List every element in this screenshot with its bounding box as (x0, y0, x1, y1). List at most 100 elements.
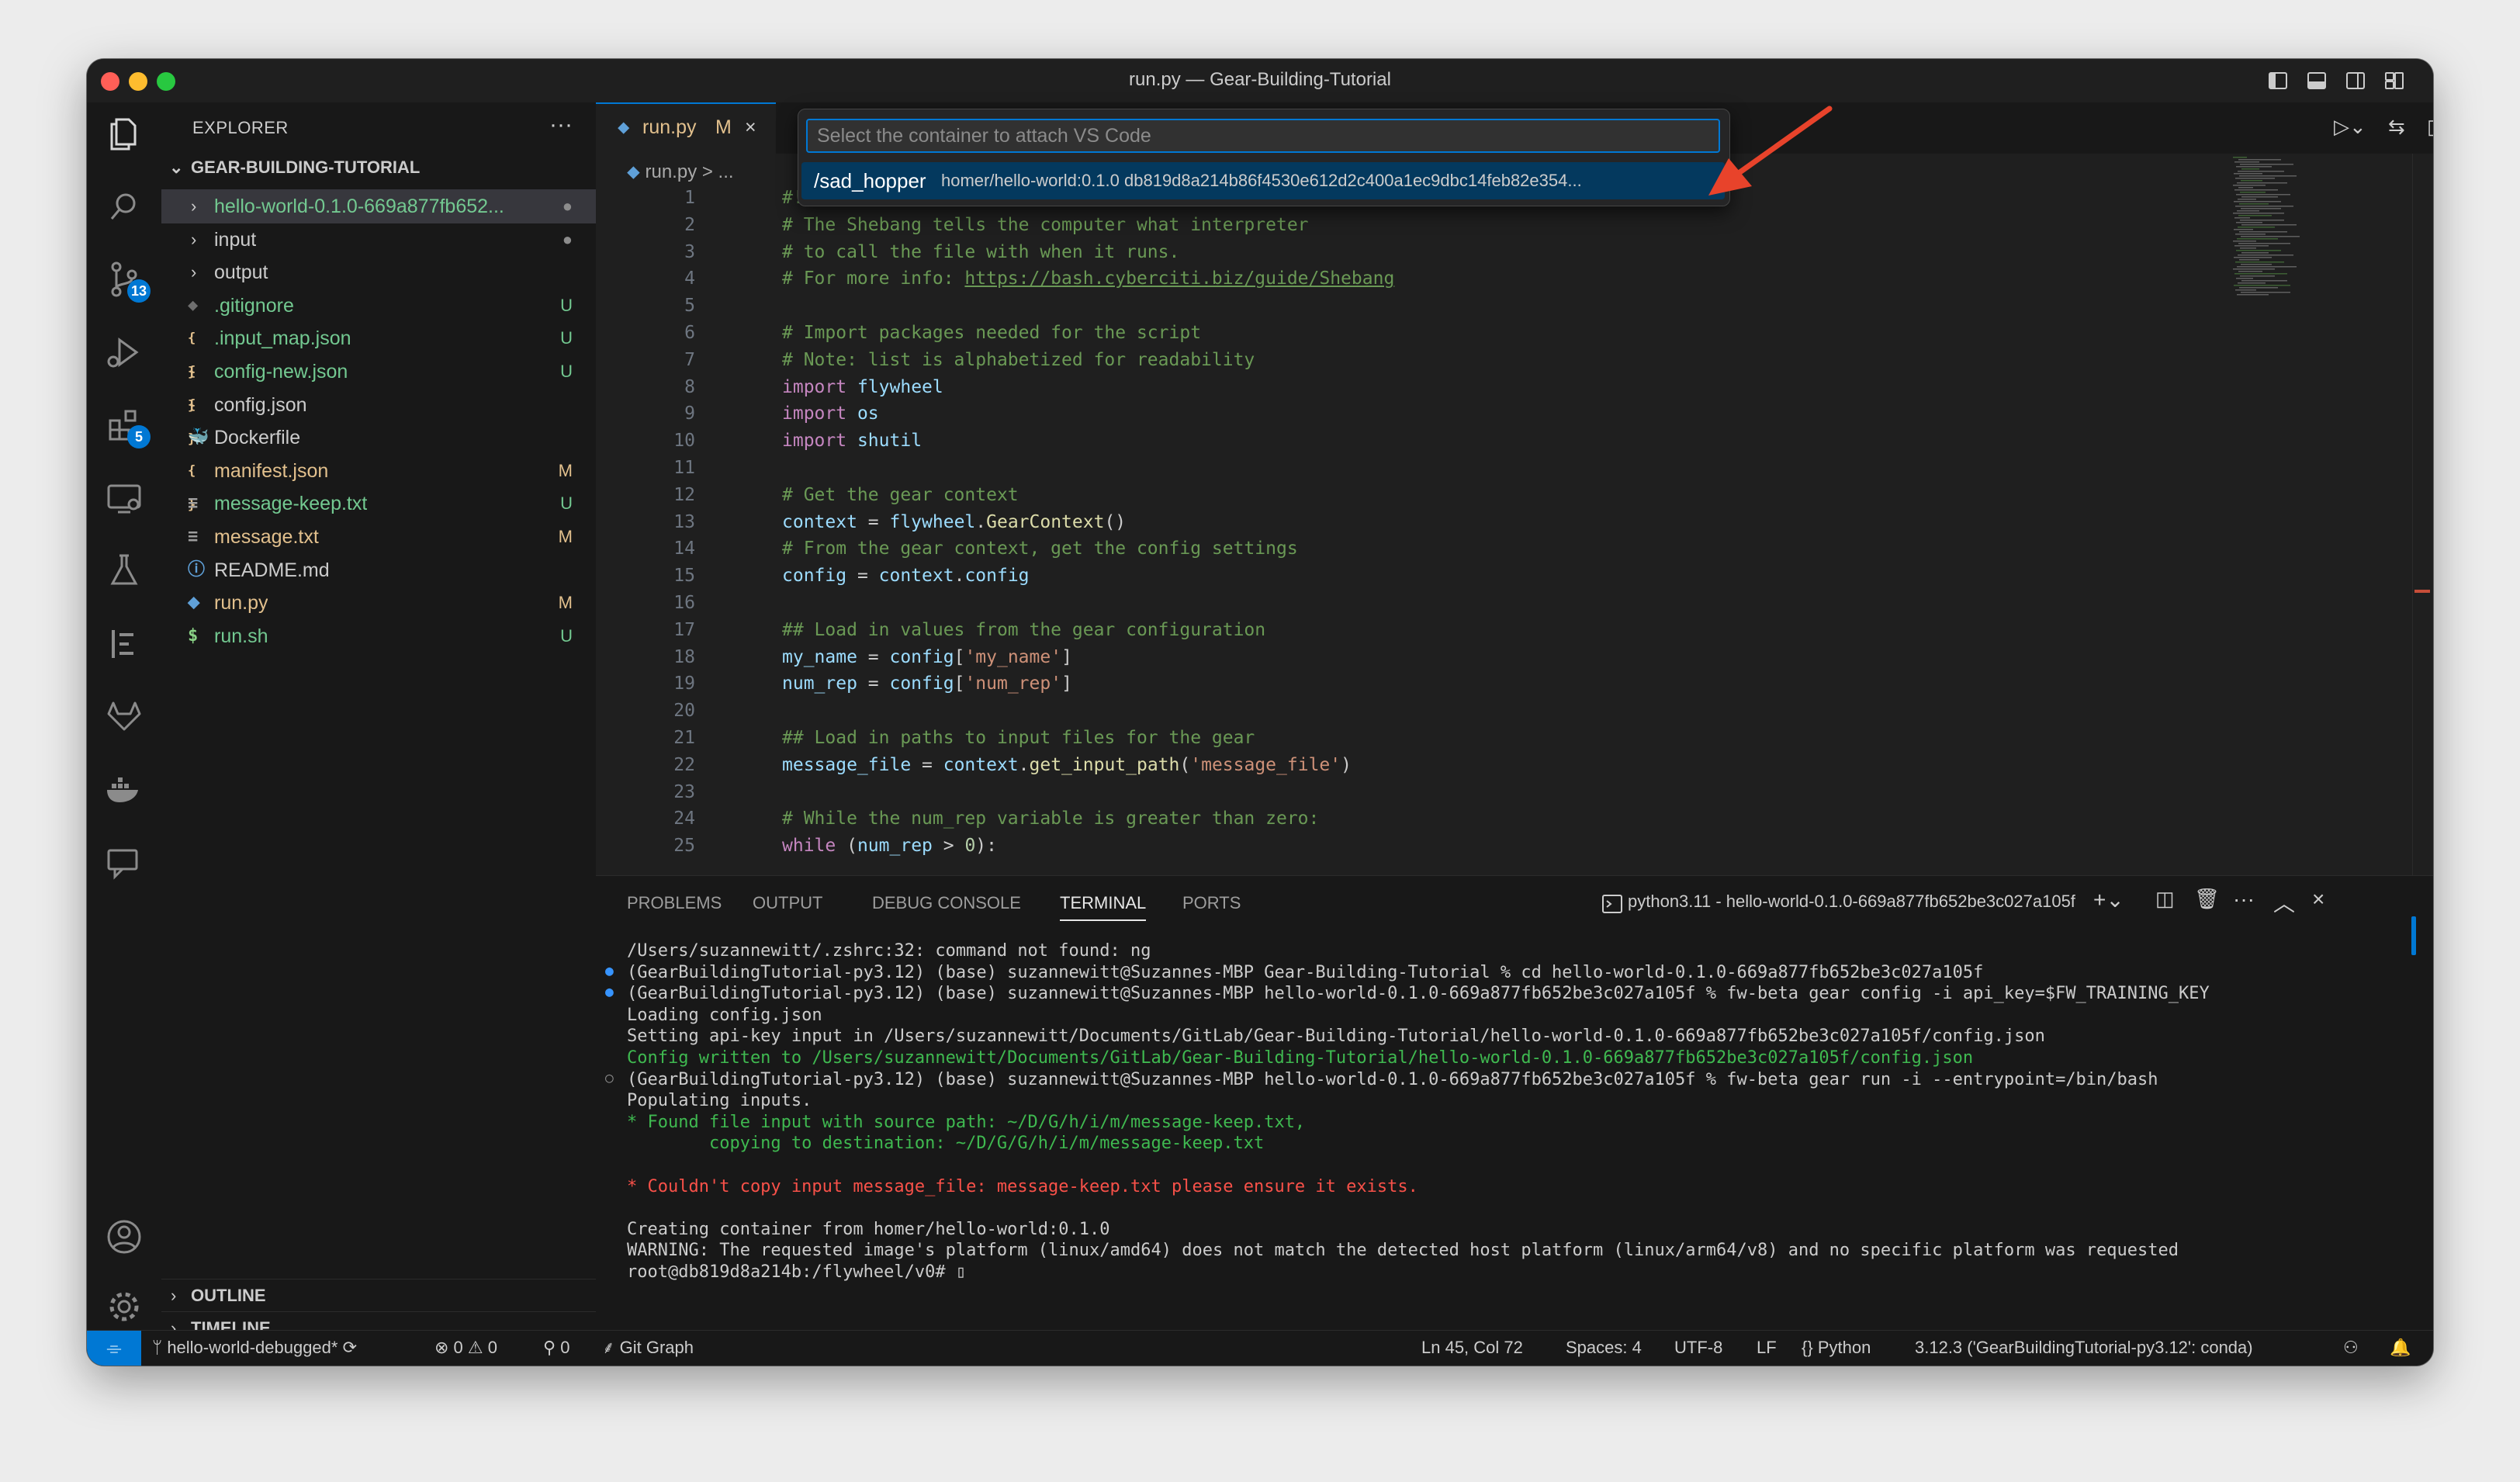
terminal-name[interactable]: python3.11 - hello-world-0.1.0-669a877fb… (1628, 892, 2075, 912)
branch-indicator[interactable]: ᛘ hello-world-debugged* ⟳ (152, 1331, 357, 1365)
minimap-line (2236, 166, 2272, 168)
code-editor[interactable]: ⬥ run.py > ... 1#!/usr/bi2# The Shebang … (596, 154, 2433, 875)
explorer-icon[interactable] (102, 112, 146, 155)
line-number: 12 (673, 484, 695, 505)
file-item[interactable]: { } .input_map.json U (161, 321, 596, 380)
encoding[interactable]: UTF-8 (1674, 1331, 1722, 1365)
folder-item[interactable]: › input ● (161, 223, 596, 257)
open-changes-icon[interactable]: ⇆ (2388, 115, 2405, 139)
gitlab-icon[interactable] (102, 695, 146, 739)
terminal-line: (GearBuildingTutorial-py3.12) (base) suz… (627, 962, 1984, 982)
editor-scrollbar[interactable] (2412, 154, 2433, 875)
minimap-line (2239, 203, 2269, 205)
comments-icon[interactable] (102, 841, 146, 885)
command-decoration-icon[interactable]: ○ (605, 1070, 614, 1086)
panel-more-icon[interactable]: ··· (2233, 887, 2255, 912)
language-label: Python (1817, 1338, 1871, 1357)
run-and-debug-icon[interactable] (102, 331, 146, 374)
file-item[interactable]: ⓘ README.md (161, 553, 596, 587)
panel-tab-output[interactable]: OUTPUT (753, 893, 822, 913)
docker-icon[interactable] (102, 768, 146, 812)
minimap-line (2234, 173, 2262, 175)
panel-tab-terminal[interactable]: TERMINAL (1060, 893, 1147, 921)
split-terminal-icon[interactable]: ◫ (2155, 887, 2175, 911)
customize-layout-icon[interactable] (2383, 70, 2405, 92)
minimap-line (2235, 261, 2284, 263)
minimap-line (2235, 234, 2266, 235)
workspace-root-label: GEAR-BUILDING-TUTORIAL (191, 158, 421, 177)
terminal-line: (GearBuildingTutorial-py3.12) (base) suz… (627, 984, 2210, 1004)
quick-pick-item-container[interactable]: /sad_hopper homer/hello-world:0.1.0 db81… (801, 162, 1725, 199)
indentation[interactable]: Spaces: 4 (1566, 1331, 1642, 1365)
file-item[interactable]: { } manifest.json M (161, 454, 596, 513)
copilot-icon[interactable]: ⚇ (2343, 1331, 2359, 1365)
status-bar: ⌯ ᛘ hello-world-debugged* ⟳ ⊗ 0 ⚠ 0 ⚲ 0 … (87, 1330, 2433, 1366)
file-item[interactable]: 🐳 Dockerfile (161, 421, 596, 455)
close-tab-icon[interactable]: × (745, 104, 756, 151)
minimap[interactable] (2225, 154, 2356, 875)
new-terminal-icon[interactable]: +⌄ (2093, 887, 2124, 912)
notifications-bell-icon[interactable]: 🔔 (2390, 1331, 2411, 1365)
close-panel-icon[interactable]: × (2312, 887, 2324, 912)
toggle-panel-icon[interactable] (2306, 70, 2328, 92)
file-item[interactable]: { } config-new.json U (161, 355, 596, 414)
split-editor-icon[interactable]: ◫ (2427, 115, 2433, 139)
tab-run-py[interactable]: ⬥ run.py M × (596, 102, 776, 154)
problems-indicator[interactable]: ⊗ 0 ⚠ 0 (434, 1331, 497, 1365)
code-line: num_rep = config['num_rep'] (782, 673, 1072, 694)
settings-gear-icon[interactable] (102, 1285, 146, 1328)
code-line: ## Load in paths to input files for the … (782, 728, 1255, 748)
explorer-more-icon[interactable]: ··· (549, 112, 573, 138)
workspace-root-folder[interactable]: ⌄ GEAR-BUILDING-TUTORIAL (168, 152, 596, 183)
ports-count: 0 (560, 1338, 570, 1357)
outline-section[interactable]: › OUTLINE (161, 1279, 596, 1312)
terminal-line: (GearBuildingTutorial-py3.12) (base) suz… (627, 1069, 2158, 1089)
file-item[interactable]: ≡ message.txt M (161, 520, 596, 554)
title-bar: run.py — Gear-Building-Tutorial (87, 59, 2433, 103)
testing-icon[interactable] (102, 549, 146, 593)
minimap-line (2234, 285, 2290, 286)
minimap-line (2234, 229, 2253, 230)
file-item[interactable]: ≡ message-keep.txt U (161, 486, 596, 521)
terminal-scrollbar[interactable] (2411, 916, 2416, 955)
quick-pick-input[interactable] (806, 119, 1720, 153)
terminal-line: Loading config.json (627, 1005, 822, 1025)
extensions-icon[interactable]: 5 (102, 403, 151, 448)
panel-tab-ports[interactable]: PORTS (1182, 893, 1241, 913)
search-icon[interactable] (102, 185, 146, 228)
git-graph-button[interactable]: ⸙ Git Graph (602, 1331, 694, 1365)
cursor-position[interactable]: Ln 45, Col 72 (1421, 1331, 1523, 1365)
toggle-primary-sidebar-icon[interactable] (2267, 70, 2289, 92)
breadcrumb[interactable]: ⬥ run.py > ... (627, 161, 734, 183)
remote-explorer-icon[interactable] (102, 476, 146, 520)
minimap-line (2240, 220, 2284, 221)
toggle-secondary-sidebar-icon[interactable] (2345, 70, 2366, 92)
gitlens-icon[interactable] (102, 622, 146, 666)
maximize-panel-icon[interactable]: ︿ (2273, 887, 2295, 918)
panel-tab-problems[interactable]: PROBLEMS (627, 893, 722, 913)
minimap-line (2238, 243, 2290, 244)
file-item[interactable]: ◆ .gitignore U (161, 289, 596, 323)
remote-indicator-icon[interactable]: ⌯ (87, 1331, 141, 1366)
terminal-line: WARNING: The requested image's platform … (627, 1241, 2179, 1261)
end-of-line[interactable]: LF (1757, 1331, 1777, 1365)
command-decoration-icon[interactable]: ● (605, 963, 614, 979)
command-decoration-icon[interactable]: ● (605, 984, 614, 1000)
minimap-line (2241, 280, 2287, 282)
file-name: .gitignore (214, 294, 294, 317)
language-mode[interactable]: {} Python (1802, 1331, 1871, 1365)
kill-terminal-icon[interactable]: 🗑 (2194, 887, 2220, 911)
breadcrumb-path[interactable]: run.py > ... (645, 161, 733, 182)
file-item[interactable]: { } config.json (161, 388, 596, 447)
ports-indicator[interactable]: ⚲ 0 (543, 1331, 569, 1365)
source-control-icon[interactable]: 13 (102, 258, 151, 303)
folder-item[interactable]: › hello-world-0.1.0-669a877fb652... ● (161, 189, 596, 223)
folder-item[interactable]: › output (161, 255, 596, 289)
panel-tab-debug-console[interactable]: DEBUG CONSOLE (872, 893, 1021, 913)
run-python-file-icon[interactable]: ▷⌄ (2334, 115, 2366, 139)
python-interpreter[interactable]: 3.12.3 ('GearBuildingTutorial-py3.12': c… (1915, 1331, 2253, 1365)
accounts-icon[interactable] (102, 1215, 146, 1259)
file-item[interactable]: ⬥ run.py M (161, 586, 596, 620)
file-item[interactable]: $ run.sh U (161, 619, 596, 653)
terminal-line: * Found file input with source path: ~/D… (627, 1112, 1306, 1132)
